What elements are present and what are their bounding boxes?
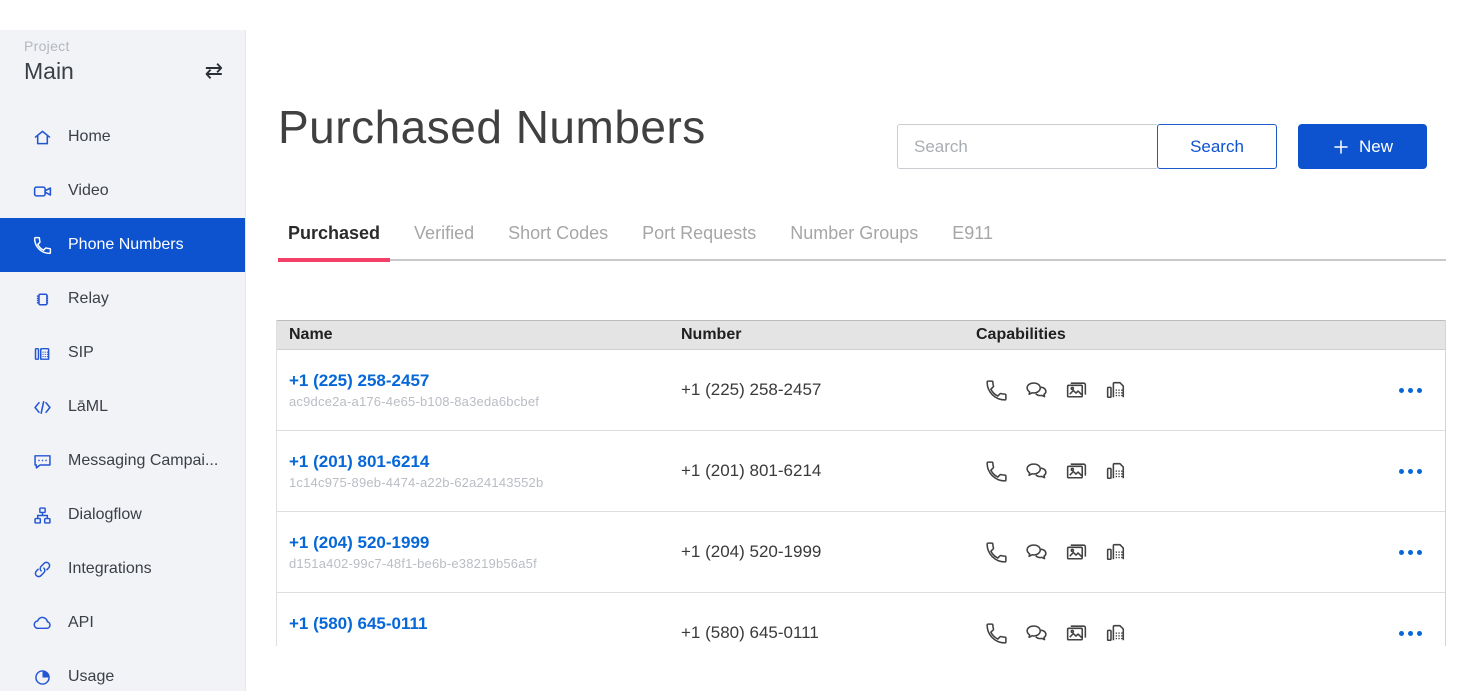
mms-images-icon	[1064, 540, 1089, 565]
sidebar-item-relay[interactable]: Relay	[0, 272, 245, 326]
sidebar-item-usage[interactable]: Usage	[0, 650, 245, 691]
fax-icon	[1104, 540, 1129, 565]
mms-images-icon	[1064, 459, 1089, 484]
number-name-link[interactable]: +1 (204) 520-1999	[289, 533, 429, 552]
tab-e911[interactable]: E911	[942, 215, 1003, 259]
more-options-button[interactable]	[1375, 380, 1445, 401]
number-uuid: d151a402-99c7-48f1-be6b-e38219b56a5f	[289, 556, 681, 572]
fax-icon	[1104, 459, 1129, 484]
sidebar-nav: Home Video Phone Numbers Relay SIP	[0, 110, 245, 691]
project-label: Project	[24, 38, 225, 54]
cloud-icon	[32, 613, 53, 634]
voice-call-icon	[984, 621, 1009, 646]
tab-short-codes[interactable]: Short Codes	[498, 215, 618, 259]
column-header-number: Number	[681, 326, 976, 344]
mms-images-icon	[1064, 621, 1089, 646]
tab-bar: Purchased Verified Short Codes Port Requ…	[278, 215, 1446, 261]
voice-call-icon	[984, 459, 1009, 484]
pie-chart-icon	[32, 667, 53, 688]
number-uuid: 1c14c975-89eb-4474-a22b-62a24143552b	[289, 475, 681, 491]
sidebar-item-phone-numbers[interactable]: Phone Numbers	[0, 218, 245, 272]
capabilities-cell	[976, 540, 1375, 565]
sidebar-item-dialogflow[interactable]: Dialogflow	[0, 488, 245, 542]
sidebar-item-laml[interactable]: LāML	[0, 380, 245, 434]
more-options-button[interactable]	[1375, 461, 1445, 482]
table-row: +1 (204) 520-1999 d151a402-99c7-48f1-be6…	[277, 512, 1445, 593]
sms-messages-icon	[1024, 540, 1049, 565]
table-row: +1 (225) 258-2457 ac9dce2a-a176-4e65-b10…	[277, 350, 1445, 431]
sidebar-item-video[interactable]: Video	[0, 164, 245, 218]
column-header-name: Name	[277, 326, 681, 344]
code-icon	[32, 397, 53, 418]
tab-port-requests[interactable]: Port Requests	[632, 215, 766, 259]
number-value: +1 (580) 645-0111	[681, 623, 976, 643]
plus-icon	[1332, 138, 1350, 156]
tab-number-groups[interactable]: Number Groups	[780, 215, 928, 259]
new-button[interactable]: New	[1298, 124, 1427, 169]
video-icon	[32, 181, 53, 202]
sidebar-item-integrations[interactable]: Integrations	[0, 542, 245, 596]
number-name-link[interactable]: +1 (201) 801-6214	[289, 452, 429, 471]
project-name: Main	[24, 58, 225, 85]
chat-bubble-icon	[32, 451, 53, 472]
sidebar-item-home[interactable]: Home	[0, 110, 245, 164]
table-header-row: Name Number Capabilities	[277, 320, 1445, 350]
sidebar-item-sip[interactable]: SIP	[0, 326, 245, 380]
sidebar-item-api[interactable]: API	[0, 596, 245, 650]
number-name-link[interactable]: +1 (580) 645-0111	[289, 614, 427, 633]
capabilities-cell	[976, 378, 1375, 403]
search-input[interactable]	[897, 124, 1157, 169]
capabilities-cell	[976, 459, 1375, 484]
desk-phone-icon	[32, 343, 53, 364]
tab-verified[interactable]: Verified	[404, 215, 484, 259]
voice-call-icon	[984, 540, 1009, 565]
org-chart-icon	[32, 505, 53, 526]
capabilities-cell	[976, 621, 1375, 646]
column-header-capabilities: Capabilities	[976, 326, 1375, 344]
more-options-button[interactable]	[1375, 623, 1445, 644]
home-icon	[32, 127, 53, 148]
mms-images-icon	[1064, 378, 1089, 403]
number-uuid	[289, 637, 681, 647]
number-value: +1 (204) 520-1999	[681, 542, 976, 562]
project-switcher: Project Main ⇄	[0, 30, 245, 85]
purchased-numbers-table: Name Number Capabilities +1 (225) 258-24…	[276, 320, 1446, 646]
sidebar-item-messaging-campaigns[interactable]: Messaging Campai...	[0, 434, 245, 488]
page-title: Purchased Numbers	[278, 100, 706, 154]
sms-messages-icon	[1024, 621, 1049, 646]
table-row: +1 (580) 645-0111 +1 (580) 645-0111	[277, 593, 1445, 646]
search-button[interactable]: Search	[1157, 124, 1277, 169]
voice-call-icon	[984, 378, 1009, 403]
link-icon	[32, 559, 53, 580]
fax-icon	[1104, 378, 1129, 403]
phone-icon	[32, 235, 53, 256]
fax-icon	[1104, 621, 1129, 646]
number-value: +1 (201) 801-6214	[681, 461, 976, 481]
number-name-link[interactable]: +1 (225) 258-2457	[289, 371, 429, 390]
sms-messages-icon	[1024, 459, 1049, 484]
sms-messages-icon	[1024, 378, 1049, 403]
switch-project-icon[interactable]: ⇄	[205, 58, 223, 84]
header-controls: Search New	[897, 124, 1427, 169]
sidebar: Project Main ⇄ Home Video Phone Numbers	[0, 30, 246, 691]
number-uuid: ac9dce2a-a176-4e65-b108-8a3eda6bcbef	[289, 394, 681, 410]
number-value: +1 (225) 258-2457	[681, 380, 976, 400]
tab-purchased[interactable]: Purchased	[278, 215, 390, 259]
chip-icon	[32, 289, 53, 310]
table-row: +1 (201) 801-6214 1c14c975-89eb-4474-a22…	[277, 431, 1445, 512]
more-options-button[interactable]	[1375, 542, 1445, 563]
